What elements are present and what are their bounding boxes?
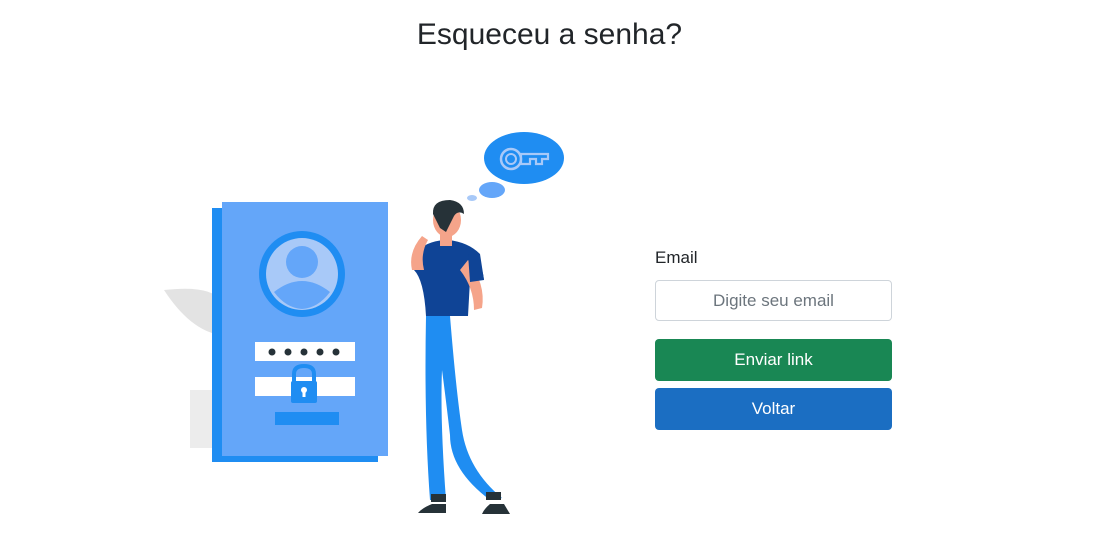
email-label: Email xyxy=(655,248,698,267)
forgot-password-form: Email Enviar link Voltar xyxy=(655,248,892,430)
user-icon xyxy=(259,231,345,317)
email-input[interactable] xyxy=(655,280,892,321)
forgot-password-illustration xyxy=(164,132,564,514)
key-icon xyxy=(467,132,564,201)
page-title: Esqueceu a senha? xyxy=(416,18,683,51)
forgot-password-page: Esqueceu a senha? Email Digite seu email… xyxy=(0,0,1099,533)
back-button[interactable]: Voltar xyxy=(655,388,892,430)
send-link-button[interactable]: Enviar link xyxy=(655,339,892,381)
